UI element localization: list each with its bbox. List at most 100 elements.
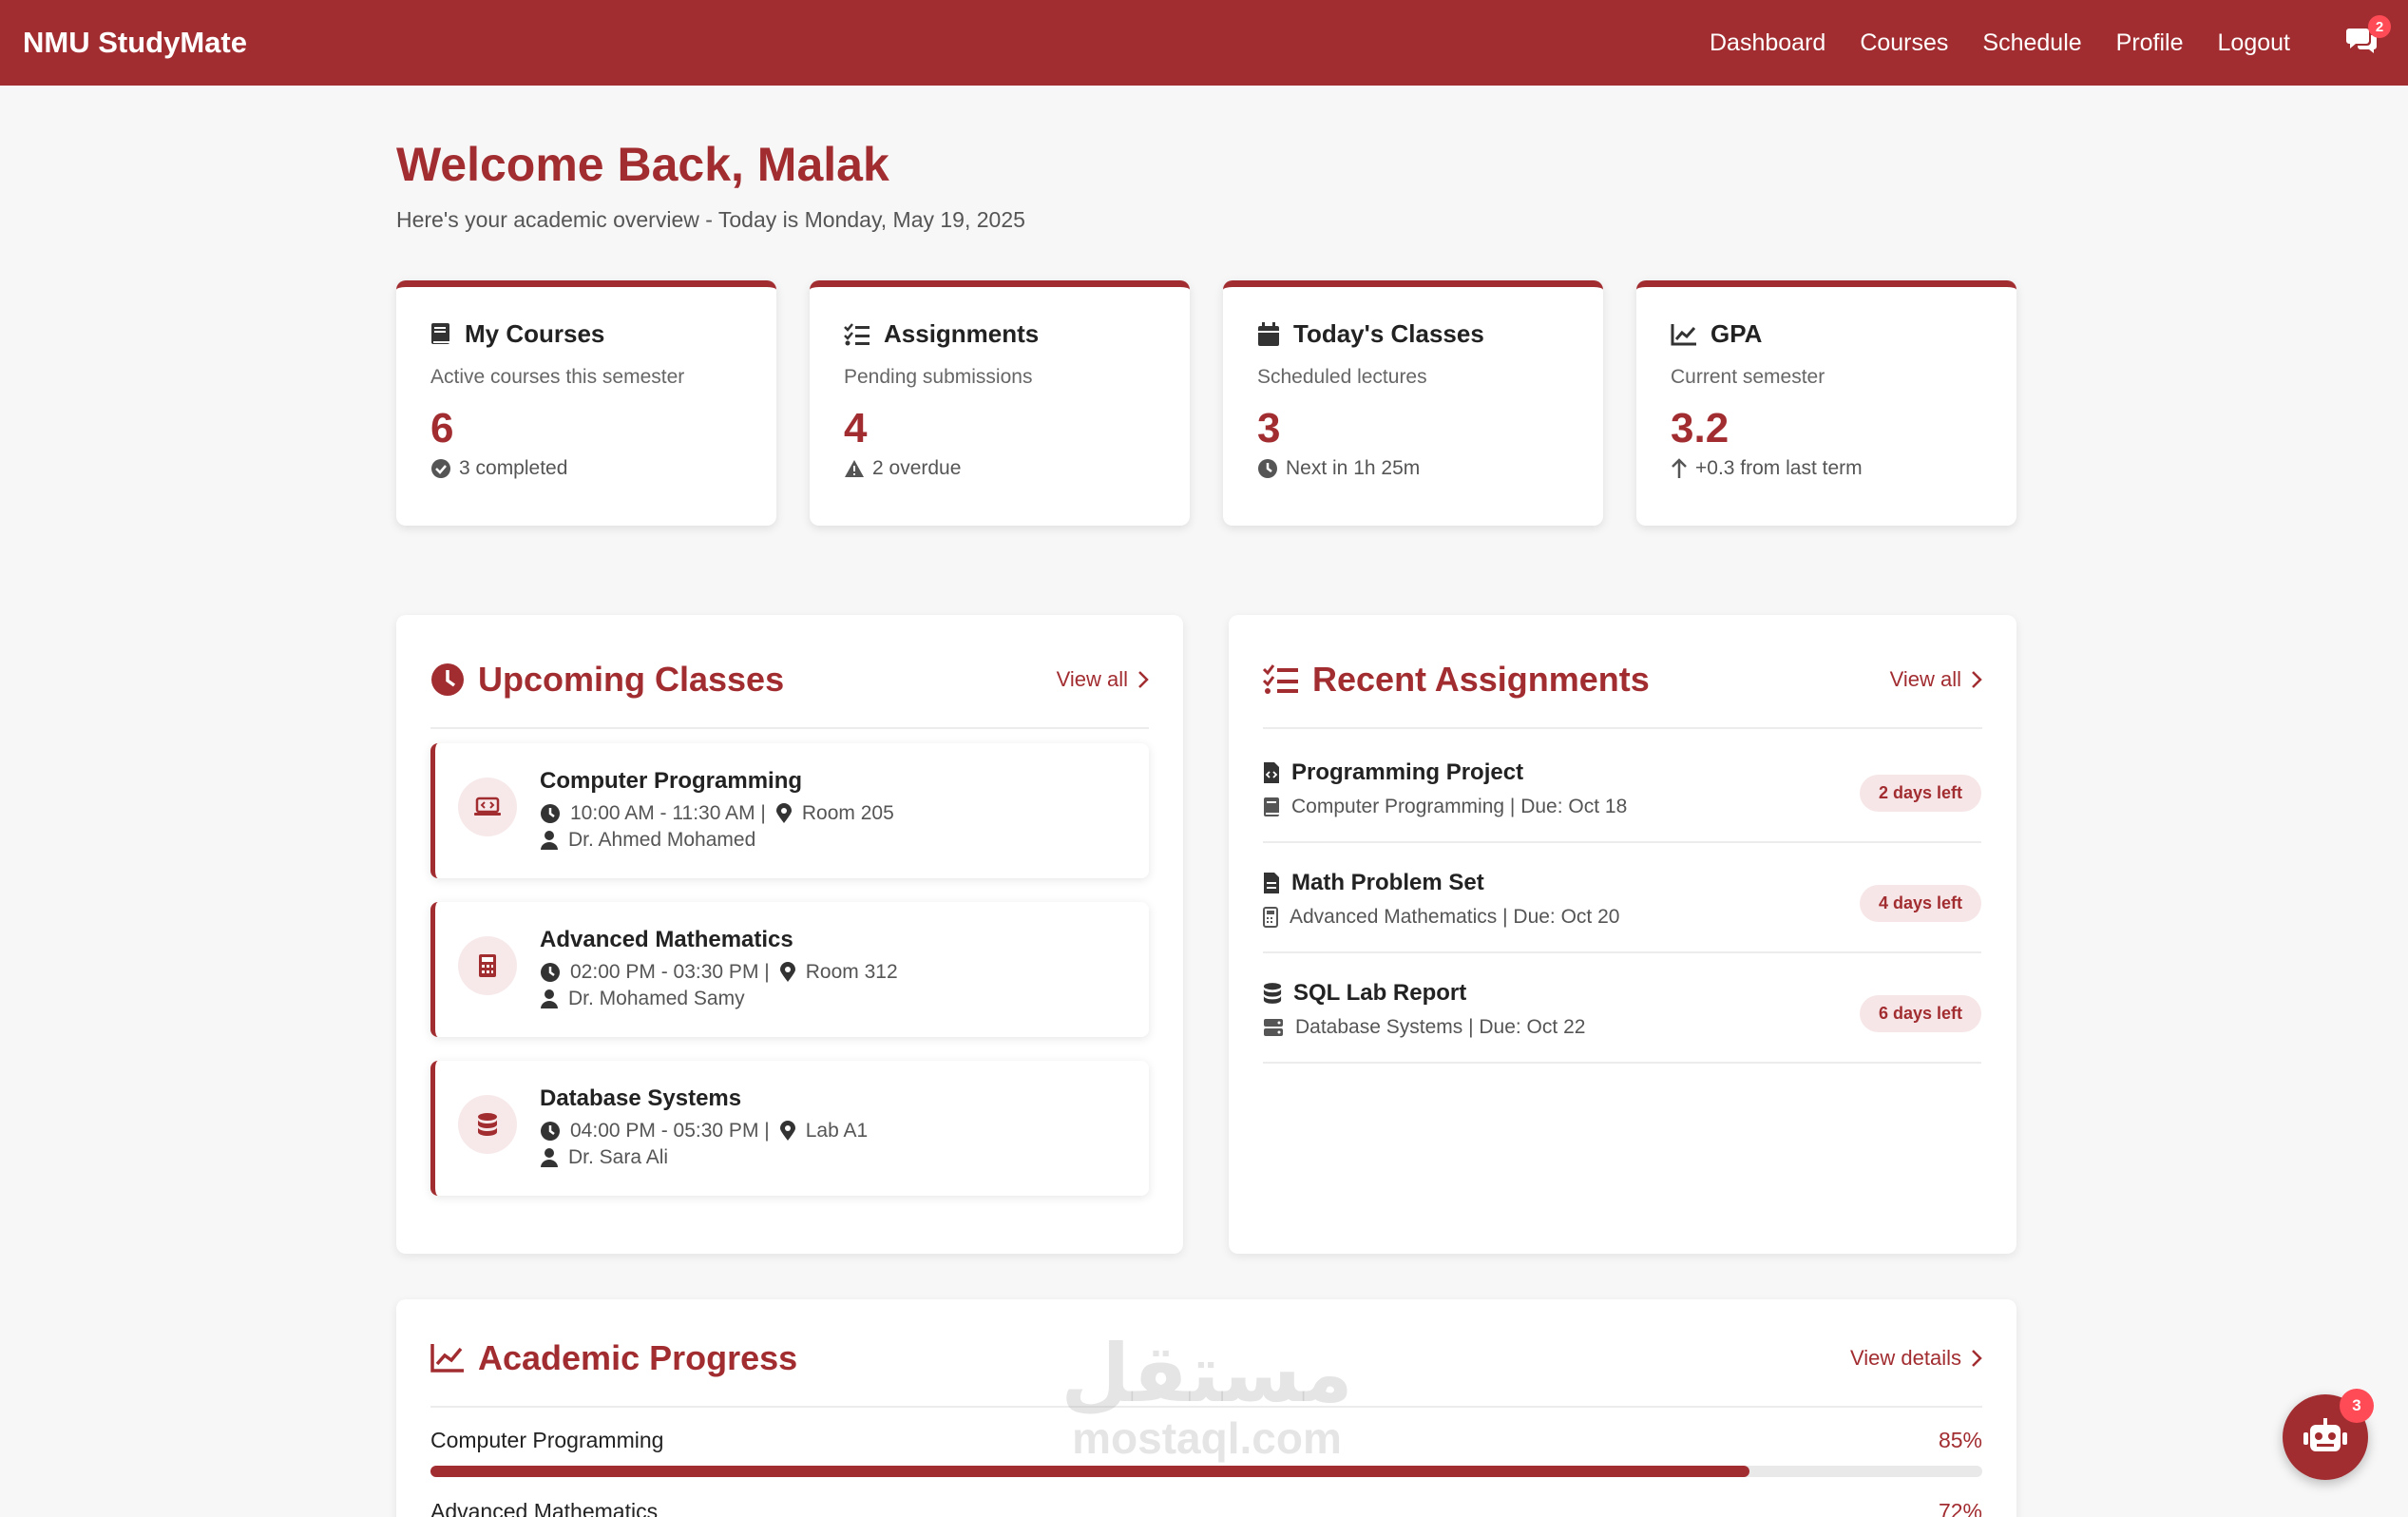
- class-time-row: 04:00 PM - 05:30 PM | Lab A1: [540, 1120, 868, 1143]
- database-icon: [1263, 983, 1282, 1004]
- class-time: 02:00 PM - 03:30 PM |: [570, 961, 770, 983]
- view-all-assignments-link[interactable]: View all: [1890, 667, 1982, 692]
- clock-icon: [541, 1122, 560, 1141]
- notification-count-badge: 2: [2368, 15, 2391, 38]
- class-icon-circle: [458, 778, 517, 836]
- recent-assignments-panel: Recent Assignments View all Programming …: [1229, 615, 2016, 1254]
- upcoming-classes-panel: Upcoming Classes View all Computer Progr…: [396, 615, 1183, 1254]
- class-room: Room 312: [805, 961, 898, 983]
- view-all-classes-link[interactable]: View all: [1057, 667, 1149, 692]
- progress-course-name: Computer Programming: [430, 1428, 664, 1452]
- class-time: 04:00 PM - 05:30 PM |: [570, 1120, 770, 1142]
- nav-dashboard[interactable]: Dashboard: [1710, 29, 1825, 57]
- stat-desc: Scheduled lectures: [1257, 366, 1427, 388]
- page-title: Welcome Back, Malak: [396, 138, 889, 191]
- stat-title-row: GPA: [1671, 319, 1982, 349]
- clock-icon: [1258, 459, 1277, 478]
- panel-title-row: Academic Progress: [430, 1338, 797, 1378]
- class-instructor: Dr. Mohamed Samy: [568, 988, 745, 1009]
- assignment-title-row: Programming Project: [1263, 759, 1523, 786]
- due-badge: 6 days left: [1859, 995, 1981, 1032]
- stat-title: Assignments: [884, 319, 1040, 348]
- book-icon: [431, 322, 449, 344]
- user-icon: [541, 831, 558, 850]
- assignment-sub-row: Advanced Mathematics | Due: Oct 20: [1263, 906, 1619, 929]
- progress-course-name: Advanced Mathematics: [430, 1499, 659, 1517]
- stat-card-courses[interactable]: My Courses Active courses this semester …: [396, 280, 776, 526]
- view-details-link[interactable]: View details: [1850, 1346, 1982, 1371]
- brand-logo[interactable]: NMU StudyMate: [23, 26, 247, 60]
- class-time-row: 10:00 AM - 11:30 AM | Room 205: [540, 802, 894, 825]
- due-badge: 4 days left: [1859, 885, 1981, 922]
- chevron-right-icon: [1972, 1350, 1982, 1367]
- stat-card-gpa[interactable]: GPA Current semester 3.2 +0.3 from last …: [1636, 280, 2016, 526]
- nav-schedule[interactable]: Schedule: [1982, 29, 2081, 57]
- book-icon: [1264, 797, 1279, 816]
- chatbot-button[interactable]: 3: [2283, 1389, 2374, 1480]
- assignment-row[interactable]: Math Problem Set Advanced Mathematics | …: [1263, 843, 1981, 953]
- assignment-row[interactable]: Programming Project Computer Programming…: [1263, 733, 1981, 843]
- class-instructor: Dr. Ahmed Mohamed: [568, 829, 756, 851]
- assignment-title: Math Problem Set: [1291, 870, 1484, 895]
- stat-card-assignments[interactable]: Assignments Pending submissions 4 2 over…: [810, 280, 1190, 526]
- class-instructor-row: Dr. Mohamed Samy: [540, 988, 745, 1010]
- stat-foot: 2 overdue: [844, 457, 1156, 480]
- due-badge: 2 days left: [1859, 775, 1981, 812]
- nav-logout[interactable]: Logout: [2218, 29, 2290, 57]
- class-room: Lab A1: [805, 1120, 869, 1142]
- stat-foot-text: Next in 1h 25m: [1286, 457, 1421, 479]
- assignment-row[interactable]: SQL Lab Report Database Systems | Due: O…: [1263, 953, 1981, 1064]
- stat-foot: Next in 1h 25m: [1257, 457, 1569, 480]
- stat-value: 6: [430, 405, 454, 451]
- chart-line-icon: [1671, 323, 1696, 345]
- progress-row: Computer Programming 85%: [430, 1428, 1982, 1477]
- panel-title: Academic Progress: [478, 1338, 798, 1377]
- nav-courses[interactable]: Courses: [1860, 29, 1948, 57]
- class-room: Room 205: [801, 802, 894, 824]
- class-name: Computer Programming: [540, 768, 803, 794]
- progress-bar-fill: [430, 1466, 1750, 1477]
- chart-line-icon: [430, 1344, 464, 1373]
- class-time: 10:00 AM - 11:30 AM |: [570, 802, 766, 824]
- stat-title-row: Today's Classes: [1257, 319, 1569, 349]
- stat-value: 3: [1257, 405, 1281, 451]
- class-card[interactable]: Advanced Mathematics 02:00 PM - 03:30 PM…: [430, 902, 1149, 1037]
- class-time-row: 02:00 PM - 03:30 PM | Room 312: [540, 961, 898, 984]
- calculator-icon: [1263, 907, 1278, 928]
- stat-title-row: My Courses: [430, 319, 742, 349]
- nav-links: Dashboard Courses Schedule Profile Logou…: [1675, 15, 2391, 59]
- stat-foot: 3 completed: [430, 457, 742, 480]
- location-pin-icon: [779, 962, 795, 982]
- user-icon: [541, 1148, 558, 1167]
- class-card[interactable]: Computer Programming 10:00 AM - 11:30 AM…: [430, 743, 1149, 878]
- progress-percent: 72%: [1938, 1499, 1982, 1517]
- class-card[interactable]: Database Systems 04:00 PM - 05:30 PM | L…: [430, 1061, 1149, 1196]
- notifications-button[interactable]: 2: [2345, 15, 2391, 59]
- stat-card-today-classes[interactable]: Today's Classes Scheduled lectures 3 Nex…: [1223, 280, 1603, 526]
- class-instructor: Dr. Sara Ali: [568, 1146, 669, 1168]
- view-all-label: View all: [1056, 667, 1128, 691]
- tasks-icon: [1263, 664, 1298, 694]
- panel-title-row: Recent Assignments: [1263, 660, 1650, 700]
- view-details-label: View details: [1850, 1346, 1961, 1370]
- robot-icon: [2303, 1418, 2347, 1451]
- top-navbar: NMU StudyMate Dashboard Courses Schedule…: [0, 0, 2408, 86]
- stat-foot-text: 2 overdue: [872, 457, 962, 479]
- assignment-sub-row: Database Systems | Due: Oct 22: [1263, 1016, 1585, 1039]
- stat-desc: Pending submissions: [844, 366, 1033, 388]
- stat-foot-text: 3 completed: [459, 457, 568, 479]
- clock-icon: [431, 663, 464, 696]
- clock-icon: [541, 963, 560, 982]
- chatbot-badge: 3: [2340, 1389, 2374, 1423]
- chevron-right-icon: [1972, 671, 1982, 688]
- assignment-title: Programming Project: [1291, 759, 1524, 785]
- stat-title: Today's Classes: [1293, 319, 1484, 348]
- panel-title-row: Upcoming Classes: [430, 660, 784, 700]
- class-icon-circle: [458, 936, 517, 995]
- class-instructor-row: Dr. Sara Ali: [540, 1146, 668, 1169]
- nav-profile[interactable]: Profile: [2116, 29, 2184, 57]
- class-instructor-row: Dr. Ahmed Mohamed: [540, 829, 755, 852]
- assignment-course-due: Computer Programming | Due: Oct 18: [1291, 796, 1628, 817]
- stat-desc: Current semester: [1671, 366, 1825, 388]
- stat-title: GPA: [1710, 319, 1763, 348]
